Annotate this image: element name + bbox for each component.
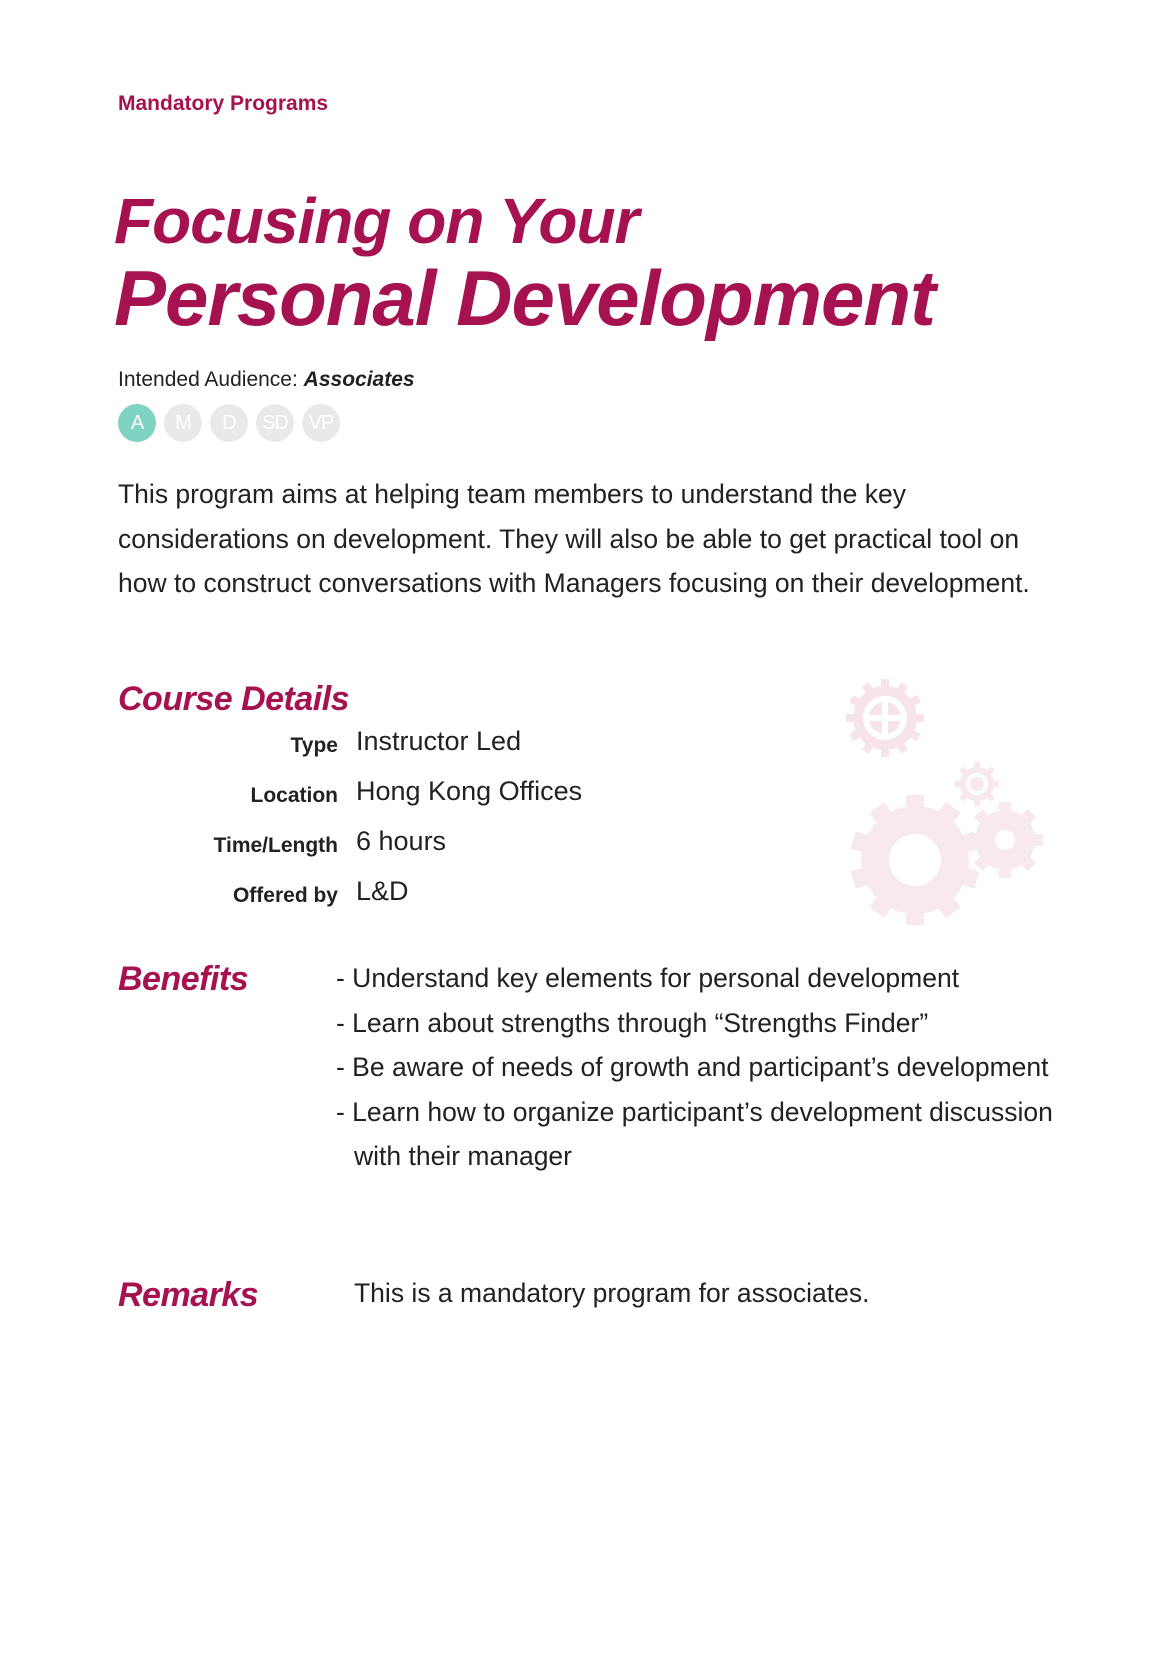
detail-value: 6 hours — [356, 826, 447, 856]
detail-value: Instructor Led — [356, 726, 522, 756]
audience-level-badges: A M D SD VP — [118, 404, 340, 442]
gear-right — [967, 802, 1043, 878]
benefit-item: - Learn how to organize participant’s de… — [336, 1096, 1053, 1172]
program-description: This program aims at helping team member… — [118, 479, 1030, 598]
gear-small-top — [846, 679, 924, 757]
level-badge-m: M — [164, 404, 202, 442]
detail-key: Time/Length — [213, 834, 338, 857]
title-line-1: Focusing on Your — [114, 185, 639, 257]
level-badge-vp: VP — [302, 404, 340, 442]
audience-label: Intended Audience: — [118, 368, 304, 391]
remarks-heading: Remarks — [118, 1276, 259, 1314]
gear-large — [850, 795, 980, 925]
benefit-item: - Understand key elements for personal d… — [336, 963, 960, 993]
detail-key: Type — [290, 734, 338, 757]
detail-value: Hong Kong Offices — [356, 776, 583, 806]
page-title: Focusing on Your Personal Development — [114, 185, 936, 342]
audience-value: Associates — [303, 368, 415, 391]
benefits-heading: Benefits — [118, 960, 249, 998]
detail-key: Offered by — [232, 884, 338, 907]
benefits-list: - Understand key elements for personal d… — [336, 956, 1056, 1179]
gears-icon — [846, 679, 1043, 925]
level-badge-a: A — [118, 404, 156, 442]
intended-audience: Intended Audience: Associates — [118, 368, 415, 392]
level-badge-d: D — [210, 404, 248, 442]
remarks-text: This is a mandatory program for associat… — [354, 1278, 870, 1308]
section-label: Mandatory Programs — [118, 92, 329, 115]
benefit-item: - Be aware of needs of growth and partic… — [336, 1052, 1049, 1082]
detail-key: Location — [250, 784, 339, 807]
detail-value: L&D — [356, 876, 409, 906]
course-details-heading: Course Details — [118, 680, 350, 718]
benefit-item: - Learn about strengths through “Strengt… — [336, 1007, 929, 1038]
title-line-2: Personal Development — [114, 254, 936, 342]
gear-tiny — [955, 762, 999, 806]
level-badge-sd: SD — [256, 404, 294, 442]
